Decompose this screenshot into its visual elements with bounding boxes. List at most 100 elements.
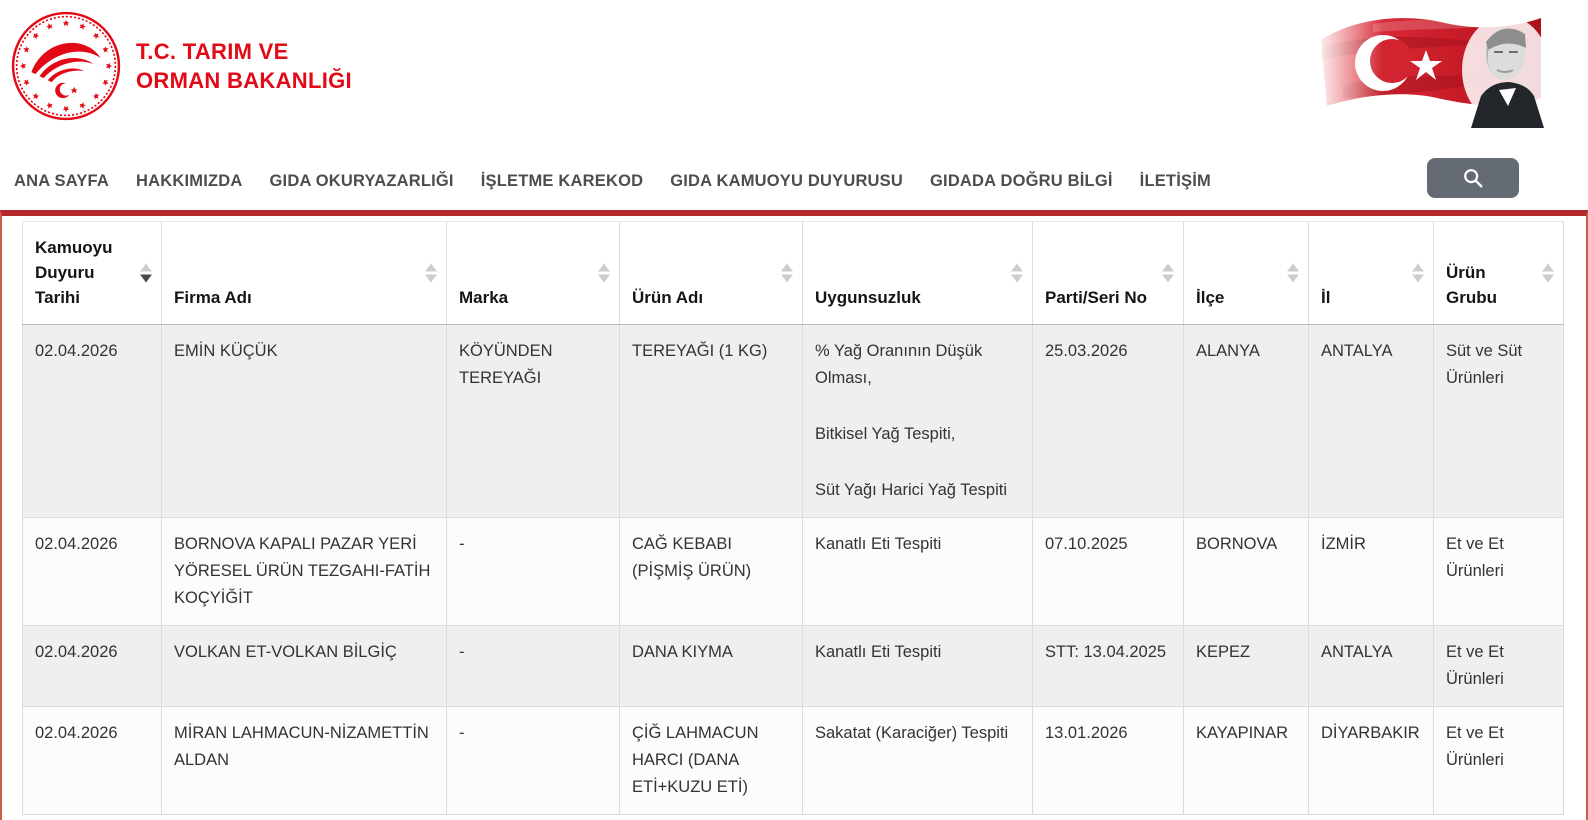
sort-arrows-icon[interactable] (598, 264, 610, 283)
cell-firma-adi: BORNOVA KAPALI PAZAR YERİ YÖRESEL ÜRÜN T… (162, 518, 447, 626)
brand[interactable]: T.C. TARIM VE ORMAN BAKANLIĞI (10, 10, 352, 122)
sort-desc-icon (598, 275, 610, 283)
sort-arrows-icon[interactable] (1011, 264, 1023, 283)
sort-desc-icon (1412, 275, 1424, 283)
sort-desc-icon (140, 275, 152, 283)
announcement-table: Kamuoyu Duyuru Tarihi Firma Adı Marka Ürün … (22, 221, 1564, 815)
column-header-4[interactable]: Ürün Adı (620, 222, 803, 325)
sort-desc-icon (1162, 275, 1174, 283)
cell-urun-grubu: Et ve Et Ürünleri (1434, 626, 1564, 707)
cell-urun-adi: ÇİĞ LAHMACUN HARCI (DANA ETİ+KUZU ETİ) (620, 707, 803, 815)
site-header: T.C. TARIM VE ORMAN BAKANLIĞI (0, 0, 1588, 152)
cell-ilce: BORNOVA (1184, 518, 1309, 626)
table-row: 02.04.2026BORNOVA KAPALI PAZAR YERİ YÖRE… (23, 518, 1564, 626)
column-header-5[interactable]: Uygunsuzluk (803, 222, 1033, 325)
sort-desc-icon (781, 275, 793, 283)
cell-marka: - (447, 626, 620, 707)
cell-urun-grubu: Et ve Et Ürünleri (1434, 518, 1564, 626)
cell-firma-adi: MİRAN LAHMACUN-NİZAMETTİN ALDAN (162, 707, 447, 815)
column-header-6[interactable]: Parti/Seri No (1033, 222, 1184, 325)
nav-item-5[interactable]: GIDA KAMUOYU DUYURUSU (670, 172, 903, 191)
sort-arrows-icon[interactable] (140, 264, 152, 283)
column-header-8[interactable]: İl (1309, 222, 1434, 325)
sort-asc-icon (1542, 264, 1554, 272)
nav-item-7[interactable]: İLETİŞİM (1140, 172, 1211, 191)
cell-ilce: ALANYA (1184, 325, 1309, 518)
table-row: 02.04.2026MİRAN LAHMACUN-NİZAMETTİN ALDA… (23, 707, 1564, 815)
table-header-row: Kamuoyu Duyuru Tarihi Firma Adı Marka Ürün … (23, 222, 1564, 325)
cell-parti-seri-no: 07.10.2025 (1033, 518, 1184, 626)
ministry-logo-icon (10, 10, 122, 122)
column-label: Ürün Adı (632, 288, 703, 307)
sort-arrows-icon[interactable] (1412, 264, 1424, 283)
site-title-line1: T.C. TARIM VE (136, 37, 352, 66)
cell-urun-grubu: Süt ve Süt Ürünleri (1434, 325, 1564, 518)
nav-item-3[interactable]: GIDA OKURYAZARLIĞI (270, 172, 454, 191)
announcement-panel: Kamuoyu Duyuru Tarihi Firma Adı Marka Ürün … (0, 210, 1588, 820)
cell-parti-seri-no: 25.03.2026 (1033, 325, 1184, 518)
cell-marka: KÖYÜNDEN TEREYAĞI (447, 325, 620, 518)
sort-arrows-icon[interactable] (1542, 264, 1554, 283)
cell-il: İZMİR (1309, 518, 1434, 626)
cell-ilce: KEPEZ (1184, 626, 1309, 707)
sort-arrows-icon[interactable] (1287, 264, 1299, 283)
cell-uygunsuzluk: % Yağ Oranının Düşük Olması,Bitkisel Yağ… (803, 325, 1033, 518)
site-title: T.C. TARIM VE ORMAN BAKANLIĞI (136, 37, 352, 95)
main-nav: ANA SAYFA HAKKIMIZDA GIDA OKURYAZARLIĞI İŞL… (0, 152, 1588, 210)
column-header-3[interactable]: Marka (447, 222, 620, 325)
sort-asc-icon (598, 264, 610, 272)
sort-asc-icon (140, 264, 152, 272)
cell-kamuoyu-duyuru-tarihi: 02.04.2026 (23, 626, 162, 707)
cell-urun-adi: DANA KIYMA (620, 626, 803, 707)
table-header-row: Kamuoyu Duyuru Tarihi Firma Adı Marka Ürün … (23, 222, 1564, 325)
column-header-7[interactable]: İlçe (1184, 222, 1309, 325)
table-body: 02.04.2026EMİN KÜÇÜKKÖYÜNDEN TEREYAĞITER… (23, 325, 1564, 815)
cell-uygunsuzluk: Kanatlı Eti Tespiti (803, 518, 1033, 626)
column-label: İlçe (1196, 288, 1224, 307)
nav-item-2[interactable]: HAKKIMIZDA (136, 172, 243, 191)
cell-parti-seri-no: 13.01.2026 (1033, 707, 1184, 815)
cell-il: ANTALYA (1309, 325, 1434, 518)
sort-asc-icon (425, 264, 437, 272)
cell-kamuoyu-duyuru-tarihi: 02.04.2026 (23, 518, 162, 626)
column-label: Marka (459, 288, 508, 307)
ataturk-flag-image (1313, 8, 1548, 128)
cell-uygunsuzluk: Kanatlı Eti Tespiti (803, 626, 1033, 707)
column-label: Ürün Grubu (1446, 263, 1497, 307)
column-label: Firma Adı (174, 288, 252, 307)
cell-il: ANTALYA (1309, 626, 1434, 707)
sort-asc-icon (1287, 264, 1299, 272)
column-header-1[interactable]: Kamuoyu Duyuru Tarihi (23, 222, 162, 325)
sort-asc-icon (1412, 264, 1424, 272)
cell-parti-seri-no: STT: 13.04.2025 (1033, 626, 1184, 707)
sort-desc-icon (1542, 275, 1554, 283)
sort-desc-icon (1287, 275, 1299, 283)
cell-urun-adi: TEREYAĞI (1 KG) (620, 325, 803, 518)
table-row: 02.04.2026EMİN KÜÇÜKKÖYÜNDEN TEREYAĞITER… (23, 325, 1564, 518)
nav-item-4[interactable]: İŞLETME KAREKOD (481, 172, 644, 191)
column-label: İl (1321, 288, 1330, 307)
ataturk-portrait (1462, 16, 1548, 128)
column-header-2[interactable]: Firma Adı (162, 222, 447, 325)
nav-list: ANA SAYFA HAKKIMIZDA GIDA OKURYAZARLIĞI İŞL… (14, 172, 1211, 191)
sort-desc-icon (1011, 275, 1023, 283)
nav-item-6[interactable]: GIDADA DOĞRU BİLGİ (930, 172, 1113, 191)
sort-arrows-icon[interactable] (425, 264, 437, 283)
cell-marka: - (447, 707, 620, 815)
cell-marka: - (447, 518, 620, 626)
cell-uygunsuzluk: Sakatat (Karaciğer) Tespiti (803, 707, 1033, 815)
cell-urun-grubu: Et ve Et Ürünleri (1434, 707, 1564, 815)
column-label: Parti/Seri No (1045, 288, 1147, 307)
cell-kamuoyu-duyuru-tarihi: 02.04.2026 (23, 325, 162, 518)
cell-il: DİYARBAKIR (1309, 707, 1434, 815)
search-button[interactable] (1427, 158, 1519, 198)
column-header-9[interactable]: Ürün Grubu (1434, 222, 1564, 325)
cell-firma-adi: EMİN KÜÇÜK (162, 325, 447, 518)
cell-urun-adi: CAĞ KEBABI (PİŞMİŞ ÜRÜN) (620, 518, 803, 626)
sort-desc-icon (425, 275, 437, 283)
sort-arrows-icon[interactable] (781, 264, 793, 283)
sort-asc-icon (1011, 264, 1023, 272)
nav-item-1[interactable]: ANA SAYFA (14, 172, 109, 191)
sort-arrows-icon[interactable] (1162, 264, 1174, 283)
sort-asc-icon (781, 264, 793, 272)
